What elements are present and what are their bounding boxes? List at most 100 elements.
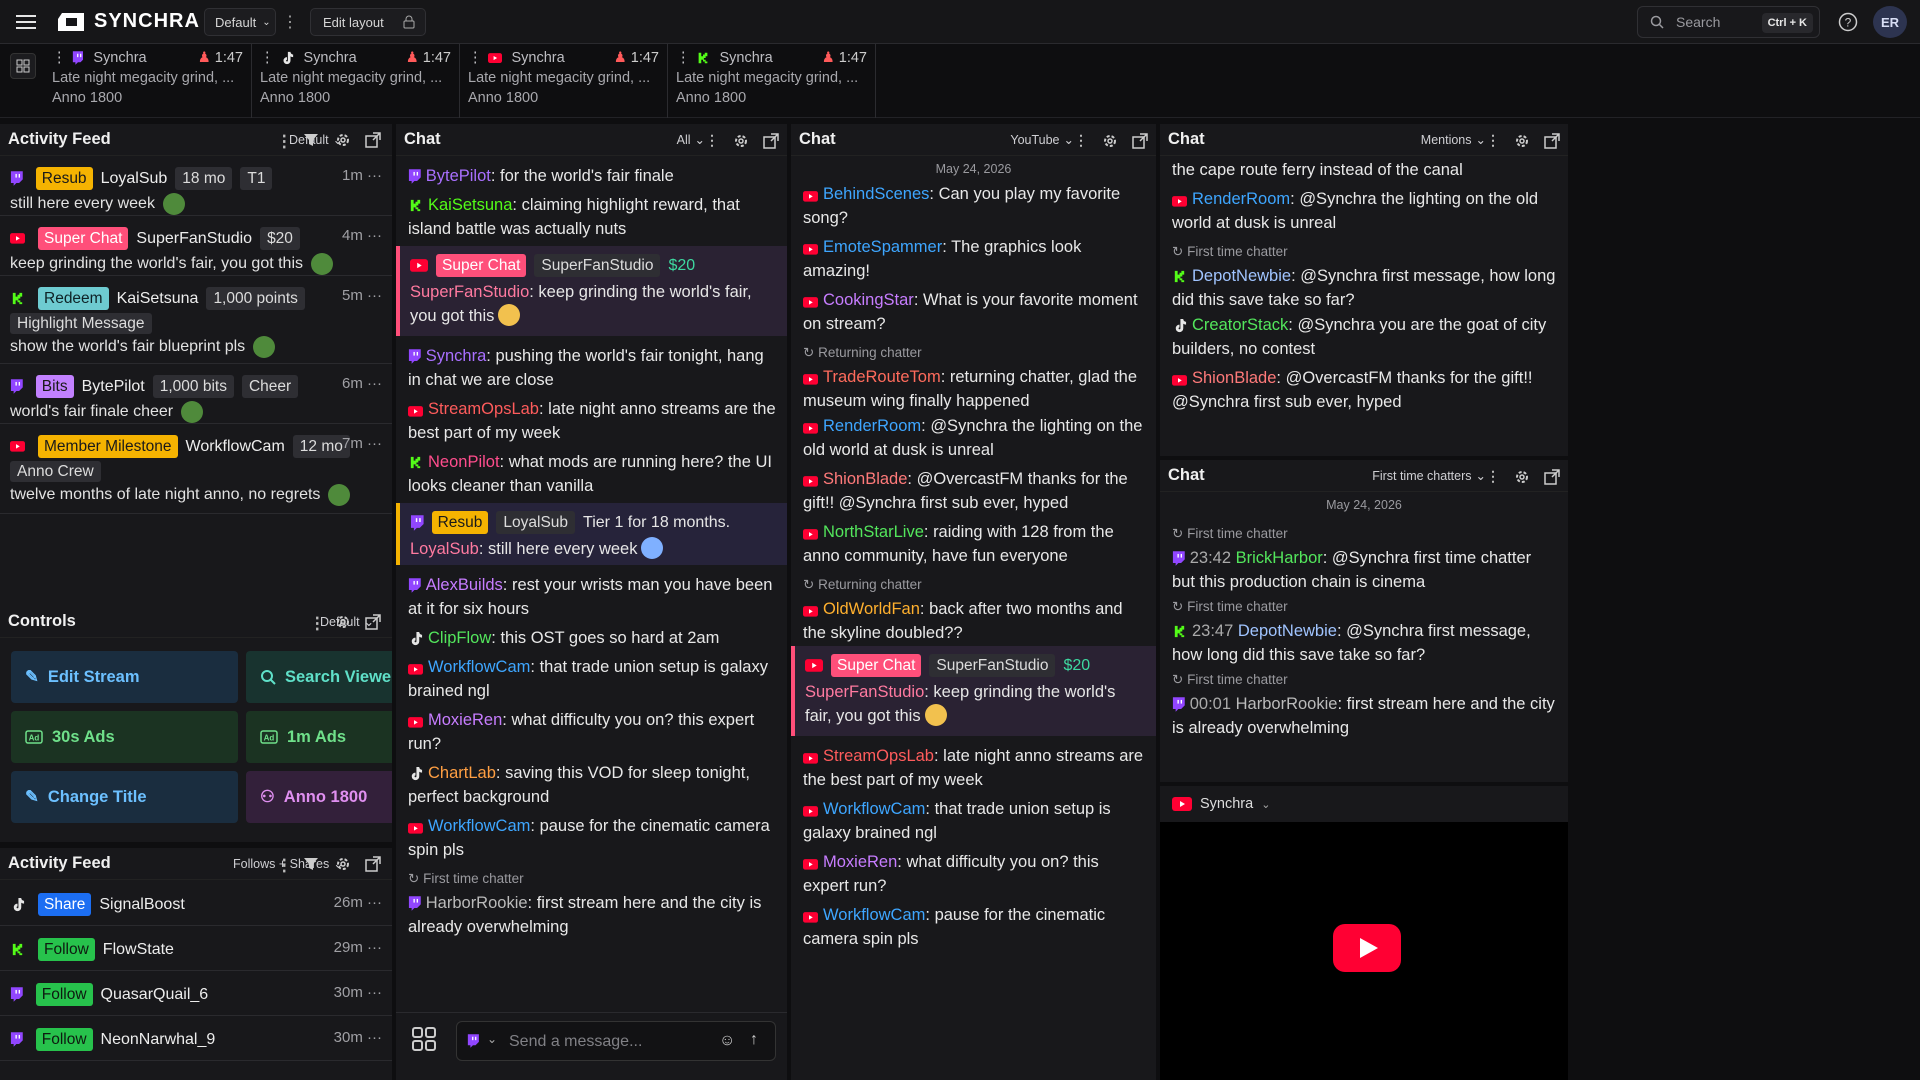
ads-30s-button[interactable]: Ad 30s Ads bbox=[11, 711, 238, 763]
chat-filter-select[interactable]: YouTube ⌄ bbox=[1010, 132, 1074, 148]
gear-icon[interactable] bbox=[335, 856, 351, 872]
grid-view-icon[interactable] bbox=[10, 53, 36, 79]
chat-username[interactable]: MoxieRen bbox=[428, 711, 502, 729]
more-options-icon[interactable]: ··· bbox=[367, 1029, 382, 1046]
youtube-play-icon[interactable] bbox=[1333, 924, 1401, 972]
chat-message[interactable]: MoxieRen: what difficulty you on? this e… bbox=[408, 708, 777, 756]
filter-icon[interactable] bbox=[303, 132, 319, 148]
super-chat-message[interactable]: Super Chat SuperFanStudio $20 SuperFanStudi… bbox=[396, 246, 787, 336]
more-options-icon[interactable]: ⋮ bbox=[309, 614, 326, 633]
chat-message[interactable]: WorkflowCam: pause for the cinematic cam… bbox=[803, 903, 1146, 951]
more-options-icon[interactable]: ··· bbox=[367, 939, 382, 956]
emoji-icon[interactable]: ☺ bbox=[719, 1032, 735, 1050]
chat-username[interactable]: RenderRoom bbox=[823, 417, 921, 435]
chat-user-tag[interactable]: LoyalSub bbox=[496, 511, 576, 534]
chat-message[interactable]: WorkflowCam: that trade union setup is g… bbox=[408, 655, 777, 703]
chat-message[interactable]: NeonPilot: what mods are running here? t… bbox=[408, 450, 777, 498]
more-options-icon[interactable]: ⋮ bbox=[1486, 132, 1500, 149]
chat-message[interactable]: ShionBlade: @OvercastFM thanks for the g… bbox=[803, 467, 1146, 515]
twitch-icon[interactable] bbox=[467, 1034, 479, 1048]
popout-icon[interactable] bbox=[365, 856, 381, 872]
chat-message[interactable]: StreamOpsLab: late night anno streams ar… bbox=[803, 744, 1146, 792]
gear-icon[interactable] bbox=[1102, 133, 1118, 149]
filter-icon[interactable] bbox=[303, 856, 319, 872]
chat-message[interactable]: KaiSetsuna: claiming highlight reward, t… bbox=[408, 193, 777, 241]
popout-icon[interactable] bbox=[365, 614, 381, 630]
more-options-icon[interactable]: ⋮ bbox=[52, 50, 67, 66]
popout-icon[interactable] bbox=[1132, 132, 1148, 149]
brand-logo[interactable]: SYNCHRA bbox=[56, 10, 200, 33]
chat-username[interactable]: SuperFanStudio bbox=[805, 683, 924, 701]
chat-username[interactable]: LoyalSub bbox=[410, 540, 479, 558]
hamburger-menu-icon[interactable] bbox=[14, 10, 38, 34]
gear-icon[interactable] bbox=[1514, 133, 1530, 149]
more-options-icon[interactable]: ⋮ bbox=[705, 132, 719, 149]
more-options-icon[interactable]: ··· bbox=[367, 287, 382, 304]
chat-username[interactable]: Synchra bbox=[426, 347, 487, 365]
chat-input[interactable]: ⌄ Send a message... ☺ ↑ bbox=[456, 1021, 776, 1061]
avatar[interactable]: ER bbox=[1873, 6, 1907, 38]
event-user[interactable]: FlowState bbox=[103, 941, 174, 959]
feed-item[interactable]: Super Chat SuperFanStudio $20 keep grinding… bbox=[0, 218, 392, 276]
event-user[interactable]: SuperFanStudio bbox=[136, 230, 252, 248]
event-user[interactable]: BytePilot bbox=[82, 378, 145, 396]
chat-username[interactable]: DepotNewbie bbox=[1192, 267, 1291, 285]
popout-icon[interactable] bbox=[1544, 132, 1560, 149]
chat-message[interactable]: NorthStarLive: raiding with 128 from the… bbox=[803, 520, 1146, 568]
chevron-down-icon[interactable]: ⌄ bbox=[1261, 798, 1270, 811]
chat-username[interactable]: BytePilot bbox=[426, 167, 491, 185]
more-options-icon[interactable]: ··· bbox=[367, 167, 382, 184]
chat-username[interactable]: HarborRookie bbox=[1236, 695, 1338, 713]
more-options-icon[interactable]: ⋮ bbox=[468, 50, 483, 66]
chat-username[interactable]: EmoteSpammer bbox=[823, 238, 942, 256]
chat-username[interactable]: ShionBlade bbox=[1192, 369, 1276, 387]
event-user[interactable]: NeonNarwhal_9 bbox=[101, 1031, 216, 1049]
change-title-button[interactable]: ✎ Change Title bbox=[11, 771, 238, 823]
chat-message[interactable]: ↻ Returning chatter TradeRouteTom: return… bbox=[803, 341, 1146, 413]
chat-message[interactable]: CreatorStack: @Synchra you are the goat … bbox=[1172, 313, 1558, 361]
event-user[interactable]: LoyalSub bbox=[101, 170, 168, 188]
chat-username[interactable]: StreamOpsLab bbox=[823, 747, 934, 765]
chat-username[interactable]: HarborRookie bbox=[426, 894, 528, 912]
feed-item[interactable]: Follow FlowState 29m ··· bbox=[0, 927, 392, 971]
feed-item[interactable]: Bits BytePilot 1,000 bits Cheer world's fair… bbox=[0, 366, 392, 424]
layout-select[interactable]: Default ⌄ bbox=[204, 8, 276, 36]
chat-user-tag[interactable]: SuperFanStudio bbox=[534, 254, 661, 277]
chat-username[interactable]: ClipFlow bbox=[428, 629, 491, 647]
feed-item[interactable]: Member Milestone WorkflowCam 12 mo Anno Cre… bbox=[0, 426, 392, 514]
popout-icon[interactable] bbox=[1544, 468, 1560, 485]
chat-username[interactable]: NorthStarLive bbox=[823, 523, 924, 541]
search-viewer-button[interactable]: Search Viewer bbox=[246, 651, 392, 703]
feed-item[interactable]: Share SignalBoost 26m ··· bbox=[0, 882, 392, 926]
event-user[interactable]: QuasarQuail_6 bbox=[101, 986, 209, 1004]
chat-username[interactable]: NeonPilot bbox=[428, 453, 500, 471]
super-chat-message[interactable]: Super Chat SuperFanStudio $20 SuperFanStudi… bbox=[791, 646, 1156, 736]
chat-filter-select[interactable]: Mentions ⌄ bbox=[1421, 132, 1486, 148]
chat-username[interactable]: CookingStar bbox=[823, 291, 914, 309]
chat-message[interactable]: ↻ Returning chatter OldWorldFan: back aft… bbox=[803, 573, 1146, 645]
stream-card[interactable]: ⋮ Synchra ♟ 1:47 Late night megacity grind,… bbox=[44, 44, 252, 118]
event-user[interactable]: SignalBoost bbox=[99, 896, 184, 914]
chat-message[interactable]: ↻ First time chatter HarborRookie: first … bbox=[408, 867, 777, 939]
gear-icon[interactable] bbox=[1514, 469, 1530, 485]
more-options-icon[interactable]: ··· bbox=[367, 894, 382, 911]
send-icon[interactable]: ↑ bbox=[750, 1031, 758, 1049]
chat-username[interactable]: OldWorldFan bbox=[823, 600, 920, 618]
gear-icon[interactable] bbox=[335, 614, 351, 630]
help-icon[interactable]: ? bbox=[1838, 12, 1858, 32]
stream-card[interactable]: ⋮ Synchra ♟ 1:47 Late night megacity grind,… bbox=[460, 44, 668, 118]
chat-username[interactable]: AlexBuilds bbox=[426, 576, 503, 594]
chevron-down-icon[interactable]: ⌄ bbox=[487, 1032, 497, 1046]
chat-message[interactable]: ShionBlade: @OvercastFM thanks for the g… bbox=[1172, 366, 1558, 414]
resub-message[interactable]: Resub LoyalSub Tier 1 for 18 months. LoyalS… bbox=[396, 503, 787, 565]
event-user[interactable]: WorkflowCam bbox=[186, 438, 285, 456]
feed-item[interactable]: Follow NeonNarwhal_9 30m ··· bbox=[0, 1017, 392, 1061]
chat-username[interactable]: ShionBlade bbox=[823, 470, 907, 488]
feed-item[interactable]: Redeem KaiSetsuna 1,000 points Highlight Me… bbox=[0, 278, 392, 364]
more-options-icon[interactable]: ⋮ bbox=[1486, 468, 1500, 485]
chat-message[interactable]: BytePilot: for the world's fair finale bbox=[408, 164, 777, 188]
chat-username[interactable]: WorkflowCam bbox=[428, 658, 530, 676]
more-options-icon[interactable]: ⋮ bbox=[1074, 132, 1088, 149]
stream-card[interactable]: ⋮ Synchra ♟ 1:47 Late night megacity grind,… bbox=[668, 44, 876, 118]
chat-message[interactable]: StreamOpsLab: late night anno streams ar… bbox=[408, 397, 777, 445]
